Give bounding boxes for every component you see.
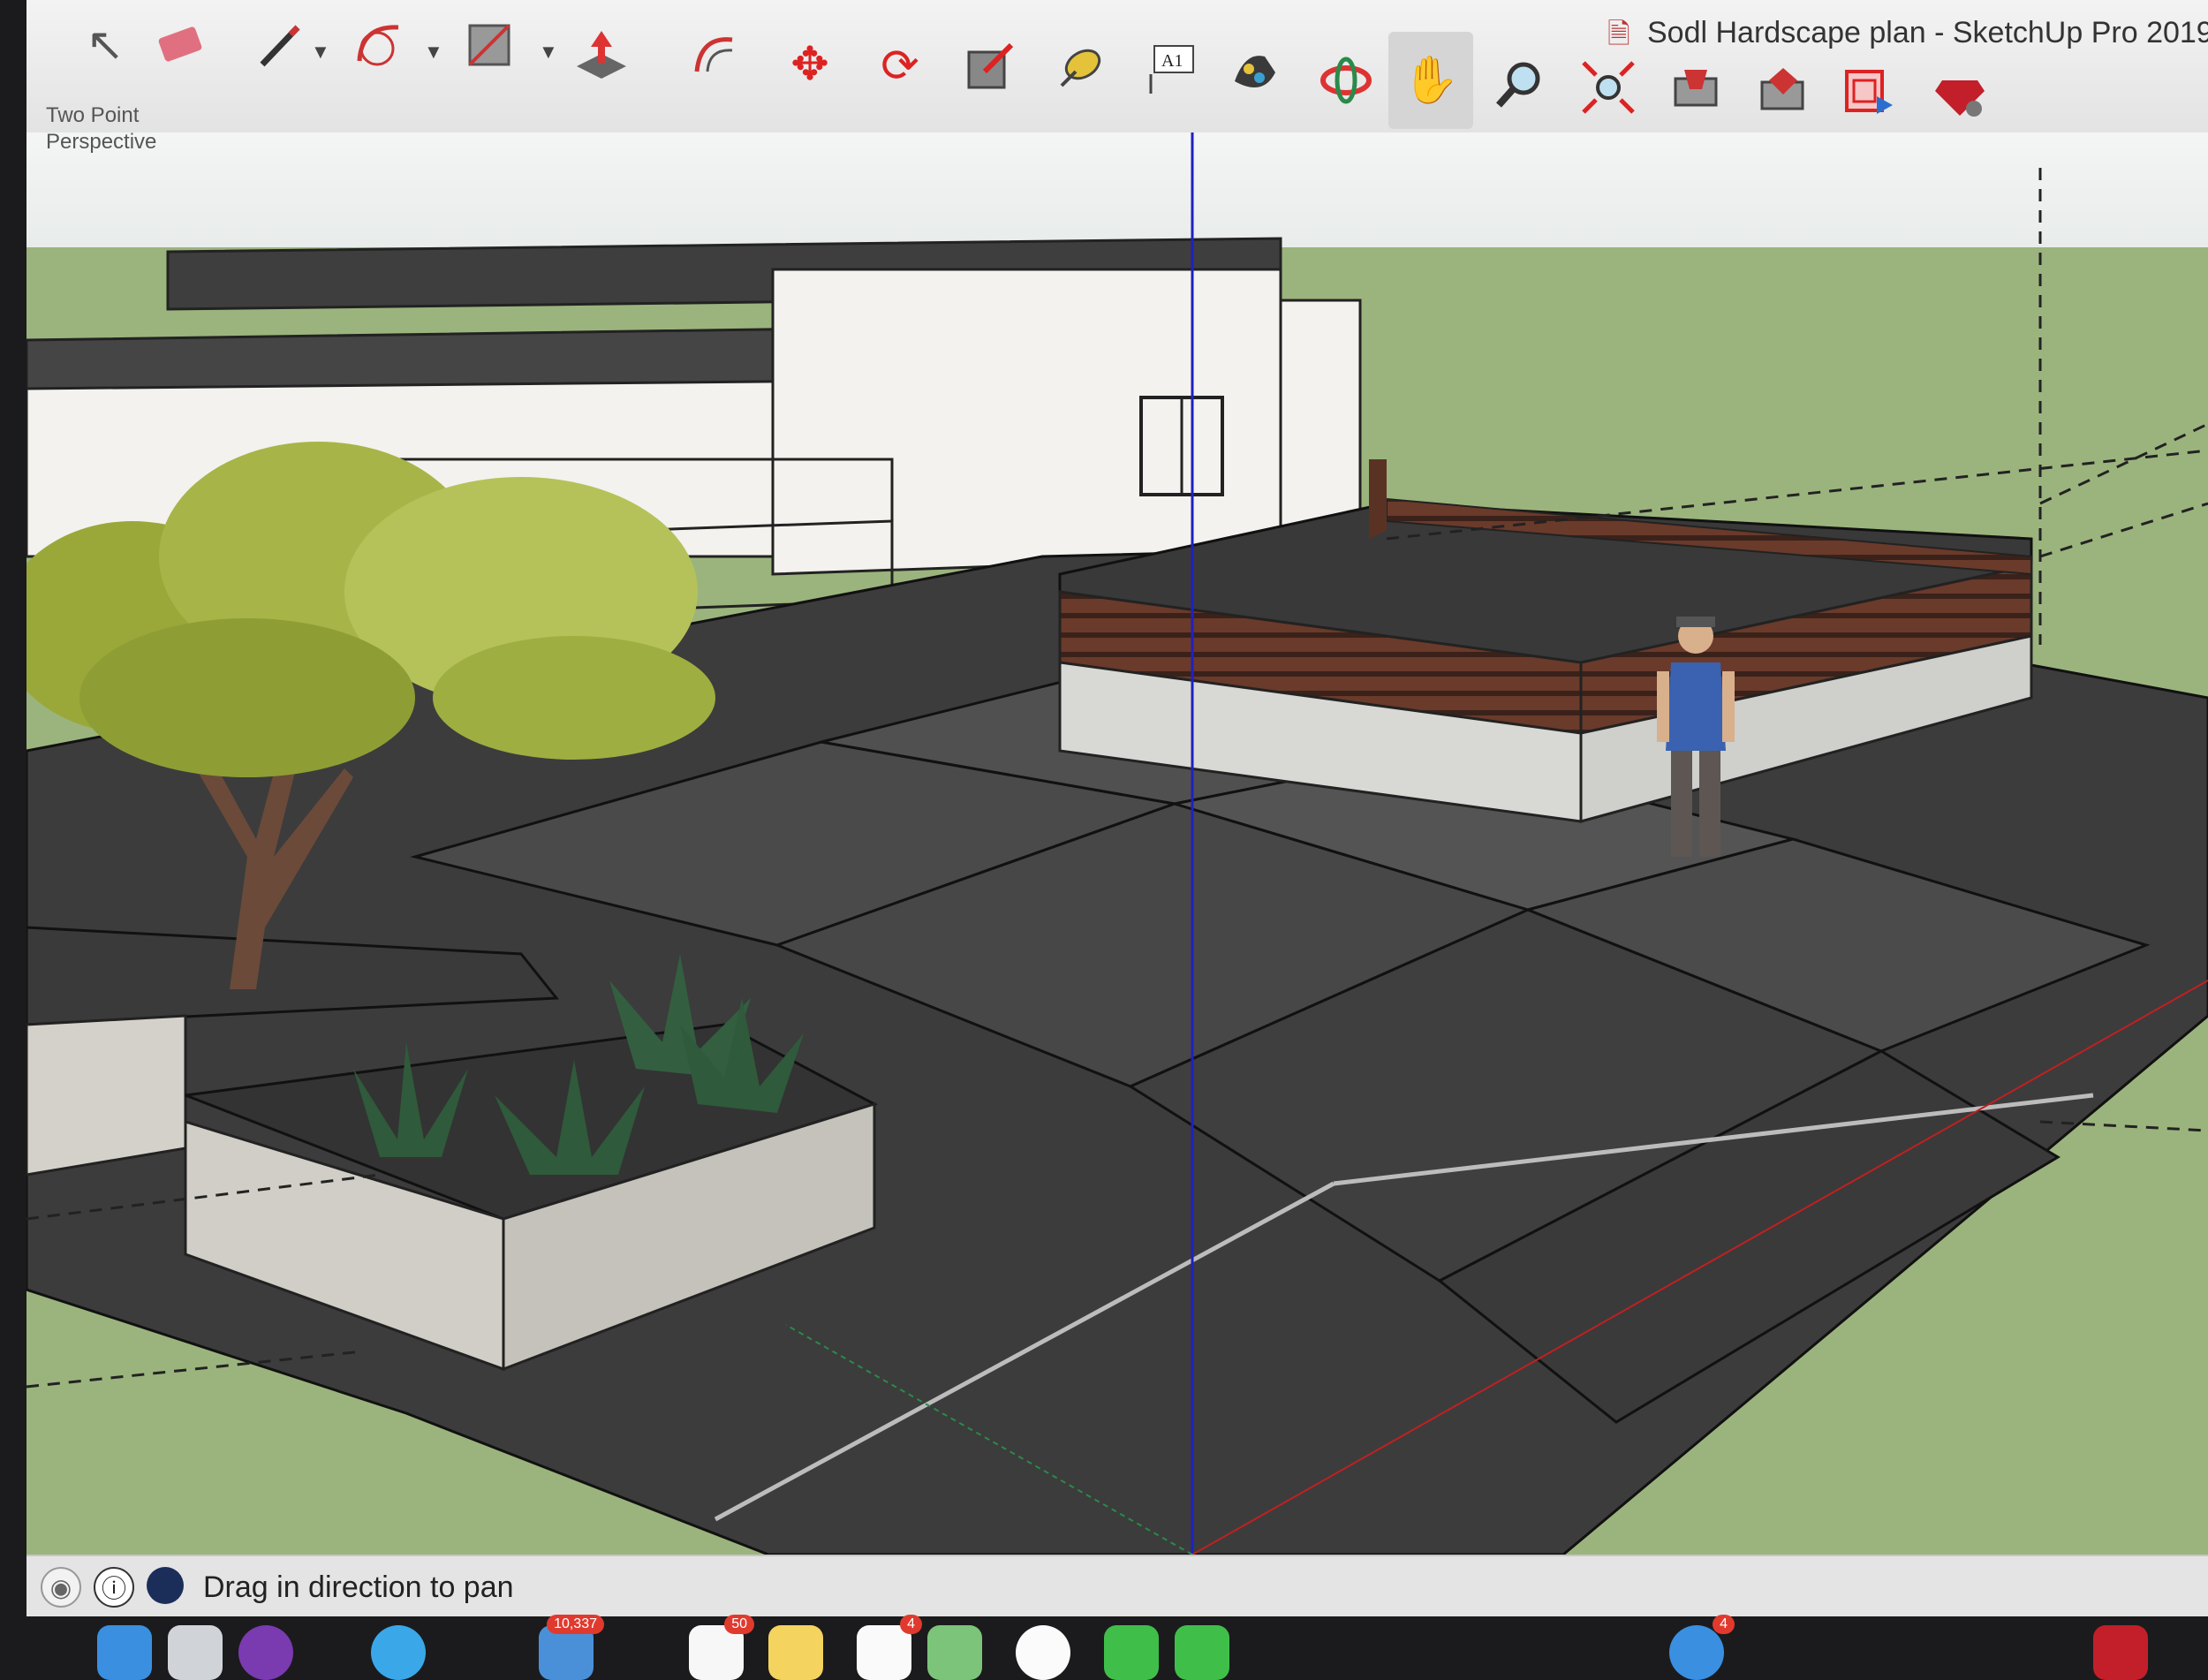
- ruby-icon: [1935, 80, 1985, 117]
- eraser-tool[interactable]: [146, 11, 215, 79]
- scene-canvas[interactable]: [26, 132, 2208, 1555]
- paint-bucket-icon: [1235, 56, 1275, 88]
- geo-location-icon[interactable]: ◉: [41, 1567, 81, 1608]
- model-viewport[interactable]: [26, 132, 2208, 1555]
- rotate-tool[interactable]: ⟳: [866, 32, 934, 101]
- extension-warehouse-tool[interactable]: [1749, 57, 1818, 125]
- pan-tool[interactable]: ✋: [1388, 32, 1473, 129]
- dock-safari[interactable]: [371, 1625, 426, 1680]
- zoom-tool[interactable]: [1486, 49, 1554, 118]
- dock-reminders[interactable]: 4: [857, 1615, 922, 1680]
- rectangle-icon: [468, 24, 510, 66]
- rectangle-tool-dropdown-icon[interactable]: ▼: [539, 41, 558, 64]
- dock-maps[interactable]: [927, 1625, 982, 1680]
- eraser-icon: [158, 26, 202, 62]
- view-label: Two Point Perspective: [46, 102, 156, 155]
- status-message: Drag in direction to pan: [203, 1570, 514, 1604]
- dock-xcode[interactable]: 4: [1669, 1615, 1735, 1680]
- select-tool[interactable]: ↖: [71, 11, 140, 79]
- reminders-badge: 4: [900, 1615, 922, 1634]
- toolbar: ↖ ▼ ▼ ▼ ✥ ⟳ A1 ✋ 🗎 Sodl Hardscape plan -…: [26, 0, 2208, 134]
- offset-tool[interactable]: [680, 19, 749, 88]
- pencil-icon: [260, 25, 300, 67]
- warehouse-icon: [1674, 70, 1718, 107]
- dock-calendar[interactable]: 50: [689, 1615, 754, 1680]
- tape-measure-tool[interactable]: [1047, 32, 1115, 101]
- document-icon: 🗎: [1607, 18, 1630, 49]
- warehouse-tool[interactable]: [1662, 55, 1731, 124]
- text-icon: A1: [1149, 45, 1194, 94]
- dock-notes[interactable]: [768, 1625, 823, 1680]
- layout-icon: [1845, 70, 1893, 114]
- credits-info-icon[interactable]: ⓘ: [94, 1567, 134, 1608]
- macos-dock: 10,337 50 4 4: [79, 1615, 2208, 1680]
- calendar-badge: 50: [724, 1615, 754, 1634]
- rectangle-tool[interactable]: [455, 11, 524, 79]
- dock-mail[interactable]: 10,337: [539, 1615, 604, 1680]
- text-tool-label: A1: [1161, 51, 1183, 71]
- dock-siri[interactable]: [238, 1625, 293, 1680]
- status-bar: ◉ ⓘ Drag in direction to pan: [26, 1555, 2208, 1616]
- layout-tool[interactable]: [1835, 58, 1904, 127]
- mail-badge: 10,337: [547, 1615, 604, 1634]
- extension-manager-tool[interactable]: [1925, 60, 1994, 129]
- dock-sketchup[interactable]: [2093, 1625, 2148, 1680]
- zoom-extents-tool[interactable]: [1574, 53, 1643, 122]
- line-tool-dropdown-icon[interactable]: ▼: [311, 41, 330, 64]
- window-title: Sodl Hardscape plan - SketchUp Pro 2019: [1647, 16, 2208, 49]
- orbit-icon: [1320, 57, 1372, 104]
- offset-icon: [694, 37, 733, 72]
- magnifier-icon: [1496, 62, 1540, 108]
- extension-icon: [1760, 68, 1804, 110]
- xcode-badge: 4: [1713, 1615, 1735, 1634]
- orbit-tool[interactable]: [1312, 44, 1380, 113]
- view-label-line1: Two Point: [46, 103, 140, 127]
- user-account-icon[interactable]: [147, 1567, 184, 1604]
- dock-finder[interactable]: [97, 1625, 152, 1680]
- text-tool[interactable]: A1: [1135, 35, 1204, 104]
- arc-icon: [357, 25, 399, 66]
- arc-tool-dropdown-icon[interactable]: ▼: [424, 41, 443, 64]
- tape-measure-icon: [1060, 49, 1101, 87]
- arc-tool[interactable]: [344, 11, 413, 79]
- sketchup-window: ↖ ▼ ▼ ▼ ✥ ⟳ A1 ✋ 🗎 Sodl Hardscape plan -…: [26, 0, 2208, 1616]
- dock-facetime[interactable]: [1175, 1625, 1229, 1680]
- push-pull-tool[interactable]: [567, 19, 636, 88]
- push-pull-icon: [577, 31, 626, 79]
- view-label-line2: Perspective: [46, 130, 157, 154]
- line-tool[interactable]: [246, 11, 314, 79]
- scale-tool[interactable]: [956, 32, 1025, 101]
- dock-photos[interactable]: [1016, 1625, 1070, 1680]
- scale-icon: [967, 42, 1014, 89]
- zoom-extents-icon: [1582, 61, 1635, 114]
- paint-bucket-tool[interactable]: [1221, 39, 1289, 108]
- dock-launchpad[interactable]: [168, 1625, 223, 1680]
- move-tool[interactable]: ✥: [775, 30, 844, 99]
- hand-icon: ✋: [1402, 55, 1460, 106]
- dock-messages[interactable]: [1104, 1625, 1159, 1680]
